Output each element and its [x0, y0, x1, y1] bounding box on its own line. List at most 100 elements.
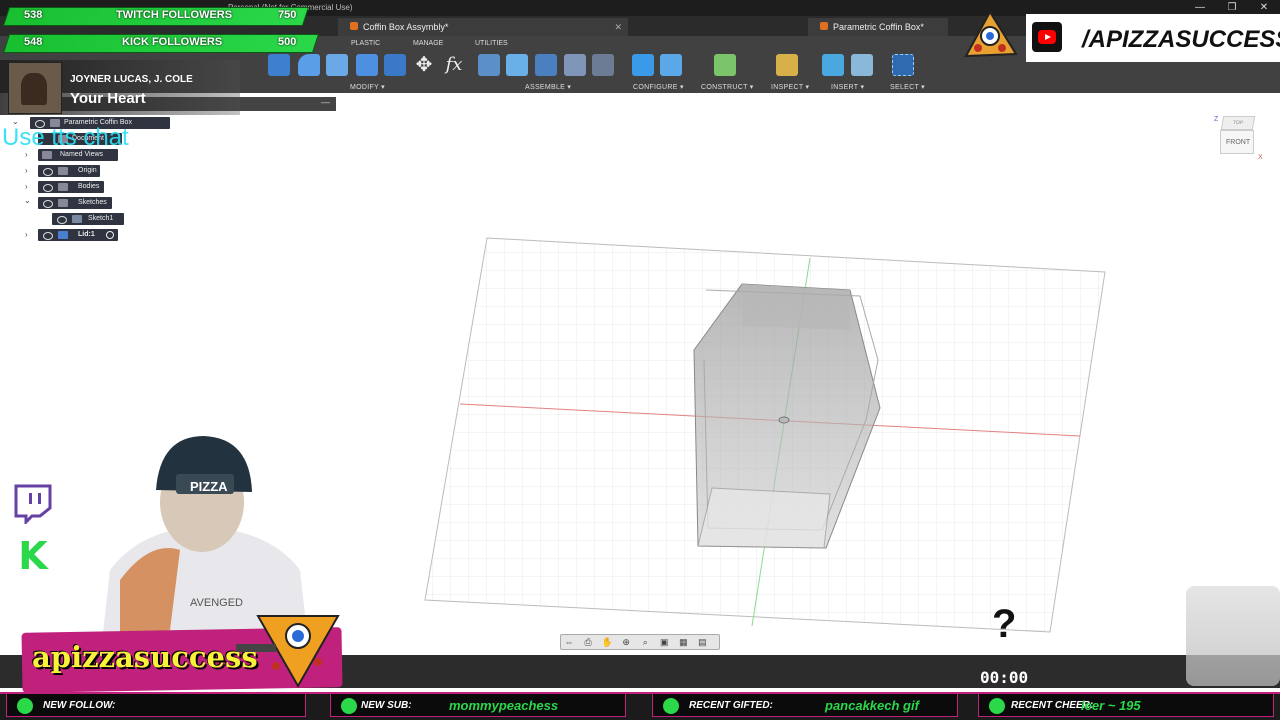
gift-icon	[663, 698, 679, 714]
channel-name: apizzasuccess	[32, 640, 258, 674]
coffin-inner-floor	[697, 487, 831, 549]
twitch-goal-target: 750	[278, 9, 297, 21]
assemble-menu[interactable]: ASSEMBLE ▾	[525, 83, 571, 91]
orbit-icon[interactable]: ⇔	[562, 637, 576, 647]
x-axis-label: X	[1258, 154, 1263, 161]
tab-close-icon[interactable]: ✕	[614, 18, 622, 36]
z-axis-label: Z	[1214, 116, 1219, 123]
browser-item-sketch1[interactable]: Sketch1	[52, 213, 124, 225]
viewports-icon[interactable]: ▤	[695, 637, 709, 647]
browser-item-sketches[interactable]: Sketches	[38, 197, 112, 209]
song-title: Your Heart	[70, 90, 146, 107]
item-label: Lid:1	[78, 231, 95, 238]
paw-icon	[989, 698, 1005, 714]
ticker-label: RECENT GIFTED:	[689, 700, 773, 711]
configure-menu[interactable]: CONFIGURE ▾	[633, 83, 684, 91]
folder-icon	[42, 151, 52, 159]
ticker-value: leer ~ 195	[1081, 698, 1141, 713]
eye-icon[interactable]	[56, 215, 67, 224]
twitch-icon	[14, 484, 52, 524]
item-label: Origin	[78, 167, 97, 174]
eye-icon[interactable]	[42, 167, 53, 176]
display-settings-icon[interactable]: ▣	[657, 637, 671, 647]
split-icon[interactable]	[384, 54, 406, 76]
pan-icon[interactable]: ✋	[600, 637, 614, 647]
rigid-group-icon[interactable]	[592, 54, 614, 76]
parameters-icon[interactable]: fx	[443, 54, 465, 76]
browser-item-lid[interactable]: Lid:1	[38, 229, 118, 241]
configure-table-icon[interactable]	[660, 54, 682, 76]
kick-goal-current: 548	[24, 36, 43, 48]
eye-icon[interactable]	[42, 183, 53, 192]
tab-label: Coffin Box Assymbly*	[363, 22, 449, 32]
zoom-icon[interactable]: ⊕	[619, 637, 633, 647]
tab-manage[interactable]: MANAGE	[413, 40, 443, 47]
tab-utilities[interactable]: UTILITIES	[475, 40, 508, 47]
grid-settings-icon[interactable]: ▦	[676, 637, 690, 647]
pizza-gunner-mascot-icon	[236, 615, 340, 689]
canvas-icon[interactable]	[851, 54, 873, 76]
beanie-text: PIZZA	[190, 479, 228, 494]
twitch-goal-current: 538	[24, 9, 43, 21]
insert-icon[interactable]	[822, 54, 844, 76]
ticker-recent-gifted: RECENT GIFTED: pancakkech gif	[652, 693, 958, 717]
origin-marker	[778, 416, 790, 424]
combine-icon[interactable]	[356, 54, 378, 76]
item-label: Sketches	[78, 199, 107, 206]
collapse-browser-icon[interactable]: —	[321, 97, 330, 107]
browser-item-origin[interactable]: Origin	[38, 165, 100, 177]
ticker-label: NEW SUB:	[361, 700, 412, 711]
insert-menu[interactable]: INSERT ▾	[831, 83, 864, 91]
activate-component-icon[interactable]	[106, 231, 114, 239]
new-component-icon[interactable]	[478, 54, 500, 76]
component-icon	[58, 231, 68, 239]
eye-icon[interactable]	[42, 231, 53, 240]
heart-icon	[17, 698, 33, 714]
tts-chat-notice: Use tts chat	[2, 124, 129, 151]
configure-icon[interactable]	[632, 54, 654, 76]
move-icon[interactable]: ✥	[413, 54, 435, 76]
ticker-value: pancakkech gif	[825, 698, 919, 713]
as-built-joint-icon[interactable]	[535, 54, 557, 76]
ticker-new-follow: NEW FOLLOW:	[6, 693, 306, 717]
select-menu[interactable]: SELECT ▾	[890, 83, 925, 91]
song-artist: JOYNER LUCAS, J. COLE	[70, 74, 193, 85]
offset-plane-icon[interactable]	[714, 54, 736, 76]
joint-origin-icon[interactable]	[564, 54, 586, 76]
fit-icon[interactable]: ⌕	[638, 637, 652, 647]
view-cube-front-label: FRONT	[1226, 139, 1251, 146]
view-cube-top-label: TOP	[1232, 120, 1244, 126]
select-icon[interactable]	[892, 54, 914, 76]
follower-goals: 538 TWITCH FOLLOWERS 750 548 KICK FOLLOW…	[0, 0, 330, 60]
tab-parametric-coffin-box[interactable]: Parametric Coffin Box*	[808, 18, 948, 36]
view-cube-front[interactable]: FRONT	[1220, 130, 1254, 154]
look-at-icon[interactable]: ⎙	[581, 637, 595, 647]
inspect-menu[interactable]: INSPECT ▾	[771, 83, 809, 91]
chevron-right-icon[interactable]: ›	[25, 182, 28, 191]
kick-goal-label: KICK FOLLOWERS	[122, 36, 223, 48]
ticker-new-sub: NEW SUB: mommypeachess	[330, 693, 626, 717]
navigation-bar: ⇔ ⎙ ✋ ⊕ ⌕ ▣ ▦ ▤	[560, 634, 720, 650]
item-label: Sketch1	[88, 215, 114, 222]
measure-icon[interactable]	[776, 54, 798, 76]
joint-icon[interactable]	[506, 54, 528, 76]
modify-menu[interactable]: MODIFY ▾	[350, 83, 385, 91]
document-icon	[820, 22, 828, 30]
eye-icon[interactable]	[42, 199, 53, 208]
view-cube[interactable]: TOP FRONT Z X	[1214, 114, 1263, 161]
chevron-down-icon[interactable]: ⌄	[24, 196, 31, 205]
chevron-right-icon[interactable]: ›	[25, 230, 28, 239]
view-cube-top[interactable]: TOP	[1220, 116, 1256, 130]
chevron-right-icon[interactable]: ›	[25, 166, 28, 175]
tab-plastic[interactable]: PLASTIC	[351, 40, 380, 47]
desk-cup-image	[1186, 586, 1280, 686]
coffin-top-face	[742, 284, 850, 330]
twitch-goal-label: TWITCH FOLLOWERS	[116, 9, 233, 21]
kick-icon: K	[18, 534, 48, 578]
folder-icon	[58, 183, 68, 191]
construct-menu[interactable]: CONSTRUCT ▾	[701, 83, 754, 91]
tab-coffin-box-assembly[interactable]: Coffin Box Assymbly* ✕	[338, 18, 628, 36]
folder-icon	[58, 167, 68, 175]
folder-icon	[58, 199, 68, 207]
browser-item-bodies[interactable]: Bodies	[38, 181, 104, 193]
